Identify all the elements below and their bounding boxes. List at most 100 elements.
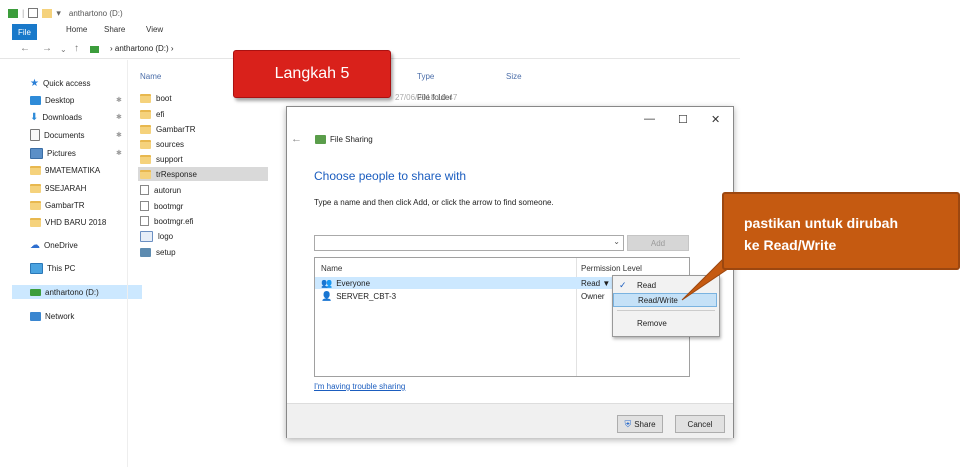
tab-home[interactable]: Home bbox=[66, 25, 87, 34]
file-type: File folder bbox=[417, 93, 453, 102]
breadcrumb[interactable]: › anthartono (D:) › bbox=[110, 44, 174, 53]
dialog-footer: ⛨ Share Cancel bbox=[287, 403, 733, 438]
permission-value: Owner bbox=[581, 291, 605, 301]
sidebar-item-gambartr[interactable]: GambarTR bbox=[30, 198, 85, 212]
list-item[interactable]: support bbox=[140, 152, 183, 166]
tab-share[interactable]: Share bbox=[104, 25, 125, 34]
file-name: GambarTR bbox=[156, 124, 196, 134]
divider: | bbox=[22, 8, 25, 18]
minimize-button[interactable]: — bbox=[644, 113, 655, 125]
column-header-type[interactable]: Type bbox=[417, 72, 434, 81]
maximize-button[interactable]: ☐ bbox=[678, 113, 688, 126]
chevron-down-icon[interactable]: ⌄ bbox=[613, 237, 620, 246]
trouble-sharing-link[interactable]: I'm having trouble sharing bbox=[314, 382, 405, 391]
share-button[interactable]: ⛨ Share bbox=[617, 415, 663, 433]
tab-view[interactable]: View bbox=[146, 25, 163, 34]
sidebar-item-9sejarah[interactable]: 9SEJARAH bbox=[30, 181, 86, 195]
sidebar-item-this-pc[interactable]: This PC bbox=[30, 261, 75, 275]
explorer-icon bbox=[8, 8, 18, 18]
file-name: efi bbox=[156, 109, 165, 119]
menu-item-remove[interactable]: Remove bbox=[613, 316, 717, 330]
ribbon: File Home Share View bbox=[0, 22, 961, 40]
recent-chevron-icon[interactable]: ⌄ bbox=[60, 45, 67, 54]
list-item[interactable]: efi bbox=[140, 107, 164, 121]
sidebar-item-onedrive[interactable]: ☁ OneDrive bbox=[30, 238, 78, 252]
sidebar-item-pictures[interactable]: Pictures bbox=[30, 146, 76, 160]
pane-divider[interactable] bbox=[127, 60, 128, 467]
list-item[interactable]: bootmgr.efi bbox=[140, 214, 194, 228]
desktop-icon bbox=[30, 95, 41, 105]
up-arrow-icon[interactable]: ↑ bbox=[74, 43, 79, 54]
close-button[interactable]: ✕ bbox=[711, 113, 720, 126]
pin-icon: ✱ bbox=[116, 97, 122, 104]
sidebar-item-quick-access[interactable]: ★ Quick access bbox=[30, 76, 91, 90]
list-item[interactable]: sources bbox=[140, 137, 184, 151]
sidebar-item-label: VHD BARU 2018 bbox=[45, 217, 107, 227]
column-header-size[interactable]: Size bbox=[506, 72, 522, 81]
file-name: trResponse bbox=[156, 169, 197, 179]
cancel-button[interactable]: Cancel bbox=[675, 415, 725, 433]
properties-icon[interactable] bbox=[28, 8, 39, 18]
computer-icon bbox=[30, 262, 43, 274]
star-icon: ★ bbox=[30, 77, 39, 89]
sidebar-item-label: 9MATEMATIKA bbox=[45, 165, 101, 175]
sidebar-item-downloads[interactable]: ⬇ Downloads bbox=[30, 110, 82, 124]
add-button[interactable]: Add bbox=[627, 235, 689, 251]
menu-item-label: Read bbox=[637, 280, 657, 290]
window-title: anthartono (D:) bbox=[68, 8, 123, 18]
row-name: 👥 Everyone bbox=[321, 278, 370, 289]
list-item[interactable]: logo bbox=[140, 229, 173, 243]
new-folder-icon[interactable] bbox=[42, 8, 53, 18]
breadcrumb-drive[interactable]: anthartono (D:) bbox=[115, 44, 169, 53]
file-icon bbox=[140, 185, 149, 195]
file-icon bbox=[140, 216, 149, 226]
callout-text-line2: ke Read/Write bbox=[744, 237, 837, 253]
dialog-title: File Sharing bbox=[315, 135, 373, 144]
column-header-name[interactable]: Name bbox=[140, 72, 161, 81]
back-arrow-icon[interactable]: ← bbox=[20, 43, 30, 54]
drive-icon bbox=[90, 46, 99, 53]
quick-access-toolbar: | ▾ anthartono (D:) bbox=[8, 6, 123, 20]
list-item[interactable]: GambarTR bbox=[140, 122, 196, 136]
list-item[interactable]: boot bbox=[140, 91, 172, 105]
dialog-heading: Choose people to share with bbox=[314, 169, 467, 183]
list-item[interactable]: autorun bbox=[140, 183, 181, 197]
sidebar-item-vhd-baru-2018[interactable]: VHD BARU 2018 bbox=[30, 215, 106, 229]
dialog-instruction: Type a name and then click Add, or click… bbox=[314, 198, 554, 207]
sidebar-item-network[interactable]: Network bbox=[30, 309, 74, 323]
sidebar-item-label: GambarTR bbox=[45, 200, 85, 210]
menu-item-label: Remove bbox=[637, 318, 667, 328]
sidebar-item-label: This PC bbox=[47, 263, 76, 273]
pin-icon: ✱ bbox=[116, 114, 122, 121]
list-item[interactable]: bootmgr bbox=[140, 199, 183, 213]
list-item[interactable]: trResponse bbox=[138, 167, 268, 181]
customize-arrow-icon[interactable]: ▾ bbox=[56, 8, 61, 19]
dropdown-arrow-icon: ▼ bbox=[602, 278, 611, 288]
sidebar-item-9matematika[interactable]: 9MATEMATIKA bbox=[30, 163, 100, 177]
pin-icon: ✱ bbox=[116, 132, 122, 139]
menu-separator bbox=[617, 310, 715, 311]
folder-icon bbox=[140, 93, 151, 103]
permission-dropdown[interactable]: Read ▼ bbox=[581, 279, 610, 288]
shield-icon: ⛨ bbox=[624, 418, 632, 429]
sidebar-item-documents[interactable]: Documents bbox=[30, 128, 84, 142]
sidebar-item-desktop[interactable]: Desktop bbox=[30, 93, 74, 107]
folder-icon bbox=[30, 217, 41, 227]
name-combobox[interactable]: ⌄ bbox=[314, 235, 624, 251]
sidebar-item-label: Pictures bbox=[47, 148, 76, 158]
file-icon bbox=[140, 201, 149, 211]
network-icon bbox=[30, 311, 41, 321]
folder-icon bbox=[30, 183, 41, 193]
back-arrow-icon[interactable]: ← bbox=[291, 133, 302, 145]
file-sharing-icon bbox=[315, 135, 326, 144]
row-name-text: Everyone bbox=[336, 278, 371, 288]
file-sharing-dialog: — ☐ ✕ ← File Sharing Choose people to sh… bbox=[286, 106, 734, 438]
forward-arrow-icon[interactable]: → bbox=[42, 43, 52, 54]
sidebar-item-label: Documents bbox=[44, 130, 85, 140]
instruction-callout: pastikan untuk dirubah ke Read/Write bbox=[722, 192, 960, 270]
share-label: Share bbox=[634, 419, 656, 429]
sidebar-item-label: Desktop bbox=[45, 95, 75, 105]
download-icon: ⬇ bbox=[30, 111, 39, 123]
list-item[interactable]: setup bbox=[140, 245, 176, 259]
sidebar-item-anthartono-d[interactable]: anthartono (D:) bbox=[12, 285, 142, 299]
